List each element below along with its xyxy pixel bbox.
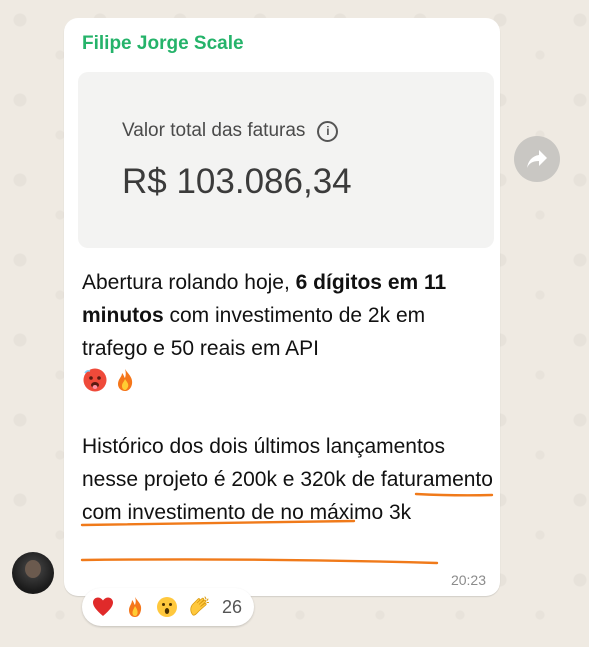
invoice-image[interactable]: Valor total das faturas i R$ 103.086,34 — [78, 72, 494, 248]
heart-icon — [93, 597, 113, 616]
invoice-value: R$ 103.086,34 — [122, 162, 352, 201]
para1-text-a: Abertura rolando hoje, — [82, 271, 296, 294]
sender-avatar[interactable] — [12, 552, 54, 594]
reactions-bar[interactable]: 26 — [82, 588, 255, 626]
invoice-label: Valor total das faturas — [122, 120, 306, 141]
forward-button[interactable] — [514, 136, 560, 182]
sender-name[interactable]: Filipe Jorge Scale — [82, 33, 244, 55]
message-paragraph-2: Histórico dos dois últimos lançamentos n… — [82, 435, 493, 524]
reaction-count: 26 — [222, 596, 243, 617]
forward-icon — [527, 150, 547, 168]
invoice-label-row: Valor total das faturas i — [122, 120, 339, 142]
message-paragraph-1: Abertura rolando hoje, 6 dígitos em 11 m… — [82, 266, 492, 398]
hot-face-icon — [83, 368, 107, 392]
message-timestamp: 20:23 — [450, 572, 486, 588]
fire-icon — [129, 597, 142, 617]
clapping-hands-icon — [190, 596, 209, 616]
info-icon: i — [317, 120, 339, 142]
fire-icon — [118, 369, 133, 391]
astonished-face-icon — [157, 597, 177, 617]
message-bubble[interactable]: Filipe Jorge Scale Valor total das fatur… — [64, 18, 500, 596]
